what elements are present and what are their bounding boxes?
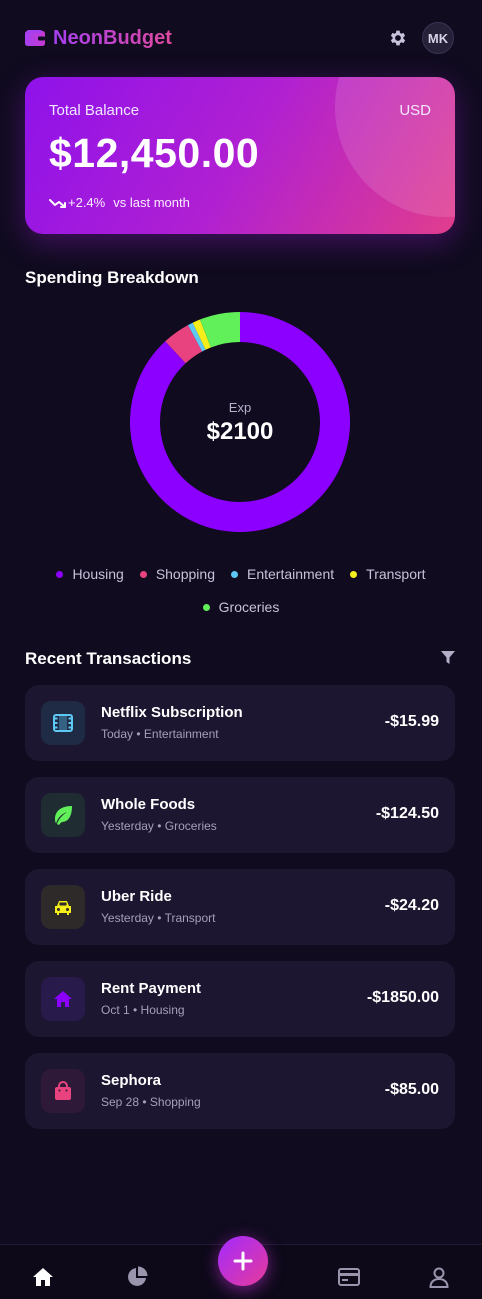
legend-dot (202, 603, 210, 611)
donut-slice-entertainment[interactable] (187, 322, 206, 352)
legend-dot (350, 570, 358, 578)
legend-label: Housing (72, 566, 124, 582)
balance-card: Total Balance USD $12,450.00 +2.4% vs la… (25, 77, 455, 234)
legend-item-housing: Housing (56, 564, 124, 584)
add-transaction-button[interactable] (218, 1236, 268, 1286)
transaction-row[interactable]: Whole Foods Yesterday • Groceries -$124.… (25, 777, 455, 853)
transaction-row[interactable]: Sephora Sep 28 • Shopping -$85.00 (25, 1053, 455, 1129)
donut-slice-groceries[interactable] (199, 312, 241, 348)
transaction-row[interactable]: Rent Payment Oct 1 • Housing -$1850.00 (25, 961, 455, 1037)
transaction-icon-box (41, 885, 85, 929)
app-header: NeonBudget MK (25, 22, 454, 54)
spending-donut-chart: Exp $2100 (130, 312, 350, 532)
app-name: NeonBudget (53, 26, 172, 49)
spending-title: Spending Breakdown (25, 268, 199, 287)
nav-home[interactable] (31, 1265, 55, 1289)
wallet-icon (25, 30, 45, 46)
transaction-amount: -$15.99 (384, 713, 439, 730)
transaction-icon-box (41, 701, 85, 745)
legend-item-transport: Transport (350, 564, 426, 584)
credit-card-icon (338, 1268, 360, 1286)
balance-label: Total Balance (49, 102, 140, 119)
transaction-name: Sephora (101, 1072, 162, 1089)
legend-item-groceries: Groceries (202, 597, 280, 617)
filter-icon[interactable] (441, 651, 455, 664)
transaction-amount: -$1850.00 (366, 989, 439, 1006)
card-decoration (335, 77, 455, 217)
pie-chart-icon (128, 1266, 148, 1286)
leaf-icon (55, 806, 72, 825)
recent-transactions-title: Recent Transactions (25, 649, 192, 668)
donut-center-value: $2100 (206, 418, 274, 445)
transaction-meta: Today • Entertainment (101, 727, 219, 741)
car-icon (55, 901, 71, 915)
transaction-meta: Sep 28 • Shopping (101, 1095, 201, 1109)
legend-label: Groceries (218, 599, 280, 615)
nav-cards[interactable] (337, 1265, 361, 1289)
gear-icon[interactable] (388, 28, 408, 48)
brand: NeonBudget (25, 27, 172, 50)
legend-dot (139, 570, 147, 578)
transaction-meta: Oct 1 • Housing (101, 1003, 185, 1017)
shopping-bag-icon (55, 1081, 71, 1100)
transaction-list: Netflix Subscription Today • Entertainme… (25, 685, 455, 1145)
balance-amount: $12,450.00 (49, 130, 260, 176)
plus-icon (233, 1251, 253, 1271)
donut-center-label: Exp (228, 400, 252, 415)
change-suffix: vs last month (113, 195, 190, 210)
legend-dot (230, 570, 238, 578)
legend-dot (56, 570, 64, 578)
legend-item-entertainment: Entertainment (230, 564, 335, 584)
donut-slice-shopping[interactable] (165, 325, 203, 364)
transaction-icon-box (41, 1069, 85, 1113)
transaction-meta: Yesterday • Transport (101, 911, 216, 925)
legend-label: Entertainment (246, 566, 335, 582)
transaction-row[interactable]: Netflix Subscription Today • Entertainme… (25, 685, 455, 761)
avatar[interactable]: MK (422, 22, 454, 54)
donut-slice-transport[interactable] (192, 319, 212, 350)
nav-analytics[interactable] (125, 1265, 149, 1289)
legend-label: Shopping (155, 566, 215, 582)
legend-label: Transport (366, 566, 426, 582)
chart-legend: Housing Shopping Entertainment Transport Gro… (40, 564, 442, 617)
nav-profile[interactable] (427, 1265, 451, 1289)
home-icon (33, 1268, 53, 1286)
currency-label[interactable]: USD (399, 102, 431, 119)
legend-item-shopping: Shopping (139, 564, 215, 584)
transaction-icon-box (41, 793, 85, 837)
trend-up-icon (49, 198, 66, 208)
transaction-name: Whole Foods (101, 796, 196, 813)
transaction-amount: -$85.00 (384, 1081, 439, 1098)
balance-change: +2.4% vs last month (49, 195, 190, 210)
transaction-amount: -$124.50 (375, 805, 439, 822)
transaction-name: Rent Payment (101, 980, 202, 997)
film-icon (53, 714, 73, 732)
transaction-amount: -$24.20 (384, 897, 439, 914)
transaction-name: Uber Ride (101, 888, 172, 905)
home-icon (54, 991, 72, 1007)
transaction-meta: Yesterday • Groceries (101, 819, 217, 833)
change-percent: +2.4% (68, 195, 106, 210)
user-icon (429, 1267, 449, 1288)
transaction-name: Netflix Subscription (101, 704, 243, 721)
transaction-row[interactable]: Uber Ride Yesterday • Transport -$24.20 (25, 869, 455, 945)
transaction-icon-box (41, 977, 85, 1021)
